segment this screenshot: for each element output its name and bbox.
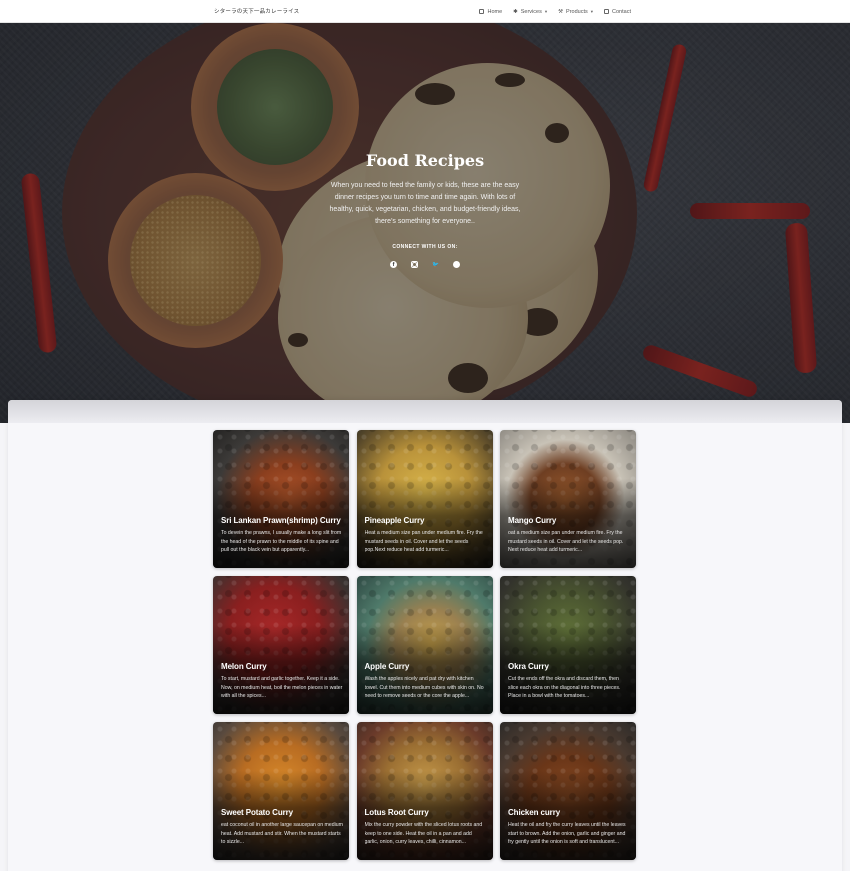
recipe-title: Pineapple Curry [364,516,425,525]
recipe-title: Mango Curry [508,516,557,525]
nav-label-home: Home [487,8,503,15]
recipe-description: Mix the curry powder with the sliced lot… [364,822,483,845]
recipe-card[interactable]: Apple Curry Wash the apples nicely and p… [356,576,493,714]
home-icon [479,9,485,14]
recipe-title: Apple Curry [364,662,410,671]
hero-banner: Food Recipes When you need to feed the f… [0,23,850,423]
social-links: f 🐦 [0,261,850,268]
recipe-card[interactable]: Sri Lankan Prawn(shrimp) Curry To devein… [213,430,349,568]
recipe-title: Sweet Potato Curry [221,808,293,817]
recipe-title: Sri Lankan Prawn(shrimp) Curry [221,516,341,525]
recipe-description: Heat a medium size pan under medium fire… [364,530,483,553]
products-icon: ⚒ [558,8,564,15]
recipe-card[interactable]: Chicken curry Heat the oil and fry the c… [500,722,636,860]
recipe-card[interactable]: Okra Curry Cut the ends off the okra and… [500,576,636,714]
nav-item-products[interactable]: ⚒ Products ▾ [558,9,593,15]
recipe-card[interactable]: Lotus Root Curry Mix the curry powder wi… [356,722,493,860]
recipe-card[interactable]: Mango Curry oat a medium size pan under … [500,430,636,568]
dribbble-icon[interactable] [453,261,460,268]
recipe-title: Okra Curry [508,662,549,671]
brand-logo-text[interactable]: シターラの天下一品カレーライス [214,7,299,15]
recipe-description: oat a medium size pan under medium fire.… [508,530,624,553]
recipe-grid: Sri Lankan Prawn(shrimp) Curry To devein… [213,430,636,860]
chevron-down-icon: ▾ [544,8,548,14]
nav-item-contact[interactable]: Contact [604,9,631,15]
hero-description: When you need to feed the family or kids… [329,182,521,225]
nav-label-contact: Contact [612,8,631,15]
main-nav: Home ✱ Services ▾ ⚒ Products ▾ Contact [479,0,631,23]
recipe-description: Heat the oil and fry the curry leaves un… [508,822,626,845]
recipe-description: To devein the prawns, I usually make a l… [221,530,342,553]
hero-title: Food Recipes [365,151,485,170]
recipe-title: Chicken curry [508,808,561,817]
contact-icon [604,9,610,14]
recipe-description: Wash the apples nicely and pat dry with … [364,676,484,699]
navbar: シターラの天下一品カレーライス Home ✱ Services ▾ ⚒ Prod… [0,0,850,23]
facebook-icon[interactable]: f [390,261,397,268]
recipe-title: Melon Curry [221,662,267,671]
nav-item-home[interactable]: Home [479,9,502,15]
recipe-card[interactable]: Pineapple Curry Heat a medium size pan u… [356,430,493,568]
instagram-icon[interactable] [411,261,418,268]
recipe-card[interactable]: Sweet Potato Curry eat coconut oil in an… [213,722,349,860]
recipe-card[interactable]: Melon Curry To start, mustard and garlic… [213,576,349,714]
recipe-description: Cut the ends off the okra and discard th… [508,676,621,699]
connect-label: CONNECT WITH US ON: [392,244,458,250]
chevron-down-icon: ▾ [590,8,594,14]
recipe-title: Lotus Root Curry [364,808,429,817]
twitter-icon[interactable]: 🐦 [432,261,439,268]
recipe-description: To start, mustard and garlic together. K… [221,676,343,699]
nav-item-services[interactable]: ✱ Services ▾ [513,9,547,15]
nav-label-products: Products [566,8,588,15]
nav-label-services: Services [520,8,542,15]
star-icon: ✱ [513,8,518,15]
recipe-description: eat coconut oil in another large saucepa… [221,822,343,845]
